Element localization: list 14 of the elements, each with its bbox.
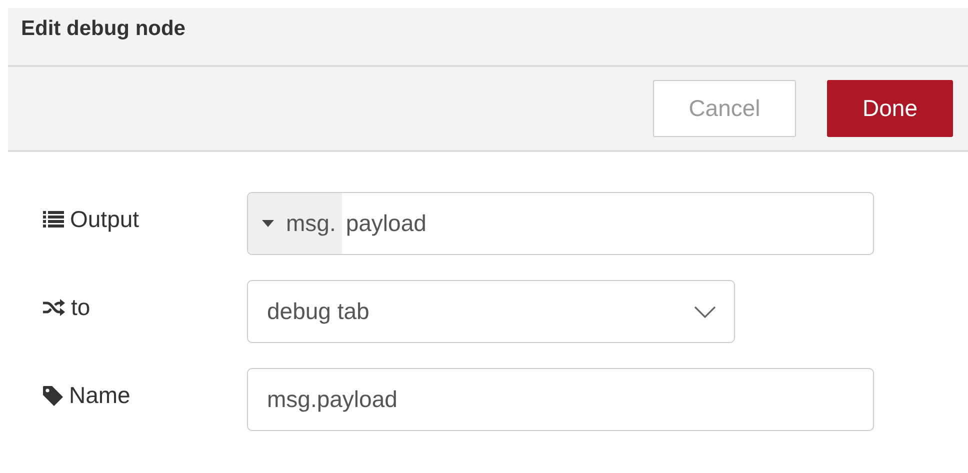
- input-field[interactable]: msg.payload: [247, 368, 874, 431]
- list-icon: [43, 211, 64, 228]
- done-button[interactable]: Done: [827, 80, 953, 137]
- select-field[interactable]: debug tab: [247, 280, 735, 343]
- chevron-down-icon: [694, 306, 716, 318]
- caret-icon: [262, 220, 274, 227]
- type-selector[interactable]: msg.: [248, 193, 342, 254]
- dialog-title: Edit debug node: [21, 16, 186, 40]
- field-label: Name: [69, 382, 130, 409]
- shuffle-icon: [43, 299, 65, 316]
- field-label: to: [71, 294, 90, 321]
- typed-input-field[interactable]: msg. payload: [247, 192, 874, 255]
- field-label: Output: [70, 206, 140, 233]
- tag-icon: [43, 386, 63, 406]
